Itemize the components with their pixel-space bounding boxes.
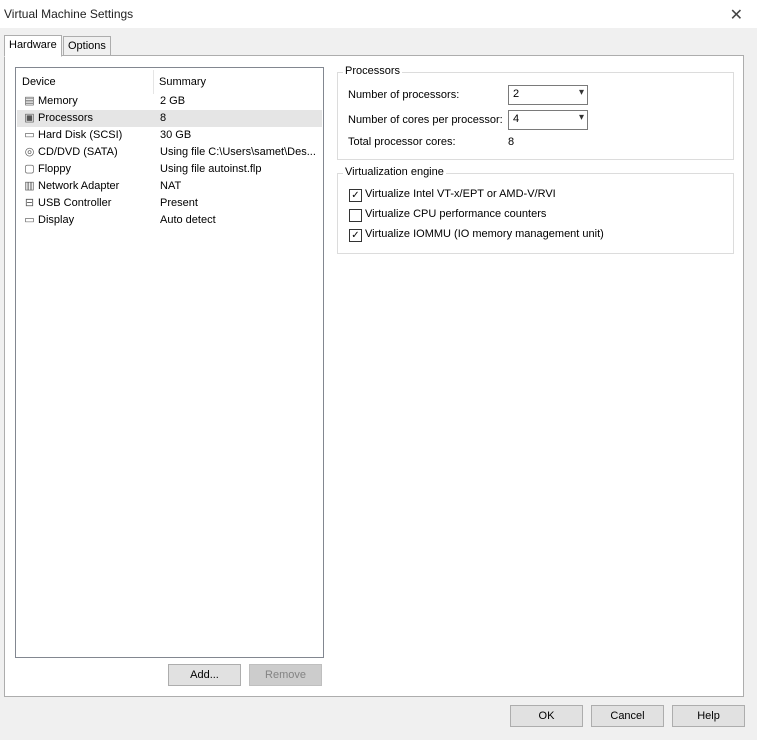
device-name: Hard Disk (SCSI) bbox=[38, 129, 123, 141]
hard-disk-icon: ▭ bbox=[24, 129, 35, 141]
device-name: USB Controller bbox=[38, 197, 112, 209]
device-summary: Auto detect bbox=[160, 214, 216, 226]
virtualize-iommu-checkbox[interactable]: ✓ bbox=[349, 229, 362, 242]
num-processors-label: Number of processors: bbox=[348, 89, 460, 101]
device-summary: 2 GB bbox=[160, 95, 186, 107]
device-summary: Present bbox=[160, 197, 198, 209]
virtualize-perf-counters-label[interactable]: Virtualize CPU performance counters bbox=[365, 208, 546, 220]
virtualize-iommu-label[interactable]: Virtualize IOMMU (IO memory management u… bbox=[365, 228, 604, 240]
virtualize-perf-counters-checkbox[interactable] bbox=[349, 209, 362, 222]
device-name: Network Adapter bbox=[38, 180, 120, 192]
virtualization-engine-title: Virtualization engine bbox=[343, 166, 446, 178]
device-name: Display bbox=[38, 214, 75, 226]
virtualize-vtx-checkbox[interactable]: ✓ bbox=[349, 189, 362, 202]
remove-button[interactable]: Remove bbox=[249, 664, 322, 686]
hardware-panel: Device Summary ▤ Memory 2 GB ▣ Processor… bbox=[4, 55, 744, 697]
tab-hardware[interactable]: Hardware bbox=[4, 35, 62, 57]
device-name: Floppy bbox=[38, 163, 72, 175]
display-icon: ▭ bbox=[24, 214, 35, 226]
device-row-usb-controller[interactable]: ⊟ USB Controller Present bbox=[17, 195, 322, 212]
add-button[interactable]: Add... bbox=[168, 664, 241, 686]
processors-group-title: Processors bbox=[343, 65, 403, 77]
device-row-hard-disk[interactable]: ▭ Hard Disk (SCSI) 30 GB bbox=[17, 127, 322, 144]
column-header-device[interactable]: Device bbox=[22, 74, 56, 90]
device-row-display[interactable]: ▭ Display Auto detect bbox=[17, 212, 322, 229]
total-cores-label: Total processor cores: bbox=[348, 136, 456, 148]
device-name: Memory bbox=[38, 95, 78, 107]
column-header-summary[interactable]: Summary bbox=[159, 74, 206, 90]
device-list[interactable]: Device Summary ▤ Memory 2 GB ▣ Processor… bbox=[15, 67, 324, 658]
chevron-down-icon: ▾ bbox=[578, 87, 584, 98]
device-row-memory[interactable]: ▤ Memory 2 GB bbox=[17, 93, 322, 110]
column-divider bbox=[153, 70, 154, 94]
ok-button[interactable]: OK bbox=[510, 705, 583, 727]
device-row-network-adapter[interactable]: ▥ Network Adapter NAT bbox=[17, 178, 322, 195]
window-title: Virtual Machine Settings bbox=[4, 7, 134, 21]
num-processors-value: 2 bbox=[513, 88, 520, 100]
cores-per-processor-value: 4 bbox=[513, 113, 520, 125]
num-processors-select[interactable]: 2 ▾ bbox=[508, 85, 588, 105]
cd-dvd-icon: ◎ bbox=[24, 146, 35, 158]
device-summary: 8 bbox=[160, 112, 167, 124]
device-summary: Using file autoinst.flp bbox=[160, 163, 262, 175]
cores-per-processor-select[interactable]: 4 ▾ bbox=[508, 110, 588, 130]
cores-per-processor-label: Number of cores per processor: bbox=[348, 114, 503, 126]
cancel-button[interactable]: Cancel bbox=[591, 705, 664, 727]
processor-icon: ▣ bbox=[24, 112, 35, 124]
floppy-icon: ▢ bbox=[24, 163, 35, 175]
device-summary: Using file C:\Users\samet\Des... bbox=[160, 146, 316, 158]
device-row-cd-dvd[interactable]: ◎ CD/DVD (SATA) Using file C:\Users\same… bbox=[17, 144, 322, 161]
network-adapter-icon: ▥ bbox=[24, 180, 35, 192]
close-icon[interactable]: ✕ bbox=[730, 5, 743, 25]
virtualize-vtx-label[interactable]: Virtualize Intel VT-x/EPT or AMD-V/RVI bbox=[365, 188, 556, 200]
device-row-processors[interactable]: ▣ Processors 8 bbox=[17, 110, 322, 127]
tab-options[interactable]: Options bbox=[63, 36, 111, 56]
memory-icon: ▤ bbox=[24, 95, 35, 107]
processors-group: Processors Number of processors: 2 ▾ Num… bbox=[337, 65, 734, 160]
device-name: CD/DVD (SATA) bbox=[38, 146, 118, 158]
usb-icon: ⊟ bbox=[24, 197, 35, 209]
device-row-floppy[interactable]: ▢ Floppy Using file autoinst.flp bbox=[17, 161, 322, 178]
device-summary: NAT bbox=[160, 180, 182, 192]
virtualization-engine-group: Virtualization engine ✓ Virtualize Intel… bbox=[337, 166, 734, 254]
device-summary: 30 GB bbox=[160, 129, 192, 141]
help-button[interactable]: Help bbox=[672, 705, 745, 727]
device-name: Processors bbox=[38, 112, 94, 124]
chevron-down-icon: ▾ bbox=[578, 112, 584, 123]
total-cores-value: 8 bbox=[508, 136, 515, 148]
title-bar: Virtual Machine Settings ✕ bbox=[0, 0, 757, 28]
